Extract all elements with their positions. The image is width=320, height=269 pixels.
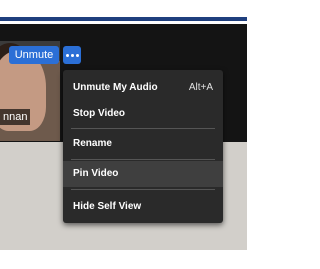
menu-item-label: Unmute My Audio	[73, 82, 158, 93]
menu-item-label: Rename	[73, 138, 112, 149]
menu-item-label: Pin Video	[73, 168, 119, 179]
bottom-bar	[0, 250, 247, 269]
more-options-button[interactable]	[63, 46, 81, 64]
menu-item-shortcut: Alt+A	[188, 82, 213, 93]
menu-item-unmute-audio[interactable]: Unmute My Audio Alt+A	[63, 75, 223, 101]
menu-item-label: Hide Self View	[73, 201, 142, 212]
participant-name-label: nnan	[0, 109, 31, 125]
ellipsis-icon	[66, 54, 69, 57]
ellipsis-icon	[76, 54, 79, 57]
menu-item-stop-video[interactable]: Stop Video	[63, 101, 223, 127]
unmute-button[interactable]: Unmute	[9, 46, 59, 64]
ellipsis-icon	[71, 54, 74, 57]
menu-separator	[71, 128, 215, 129]
menu-item-hide-self-view[interactable]: Hide Self View	[63, 194, 223, 220]
menu-item-label: Stop Video	[73, 108, 126, 119]
menu-item-pin-video[interactable]: Pin Video	[63, 161, 223, 187]
context-menu: Unmute My Audio Alt+A Stop Video Rename …	[63, 70, 223, 223]
top-divider	[0, 17, 247, 21]
menu-separator	[71, 159, 215, 160]
menu-item-rename[interactable]: Rename	[63, 131, 223, 157]
menu-separator	[71, 189, 215, 190]
